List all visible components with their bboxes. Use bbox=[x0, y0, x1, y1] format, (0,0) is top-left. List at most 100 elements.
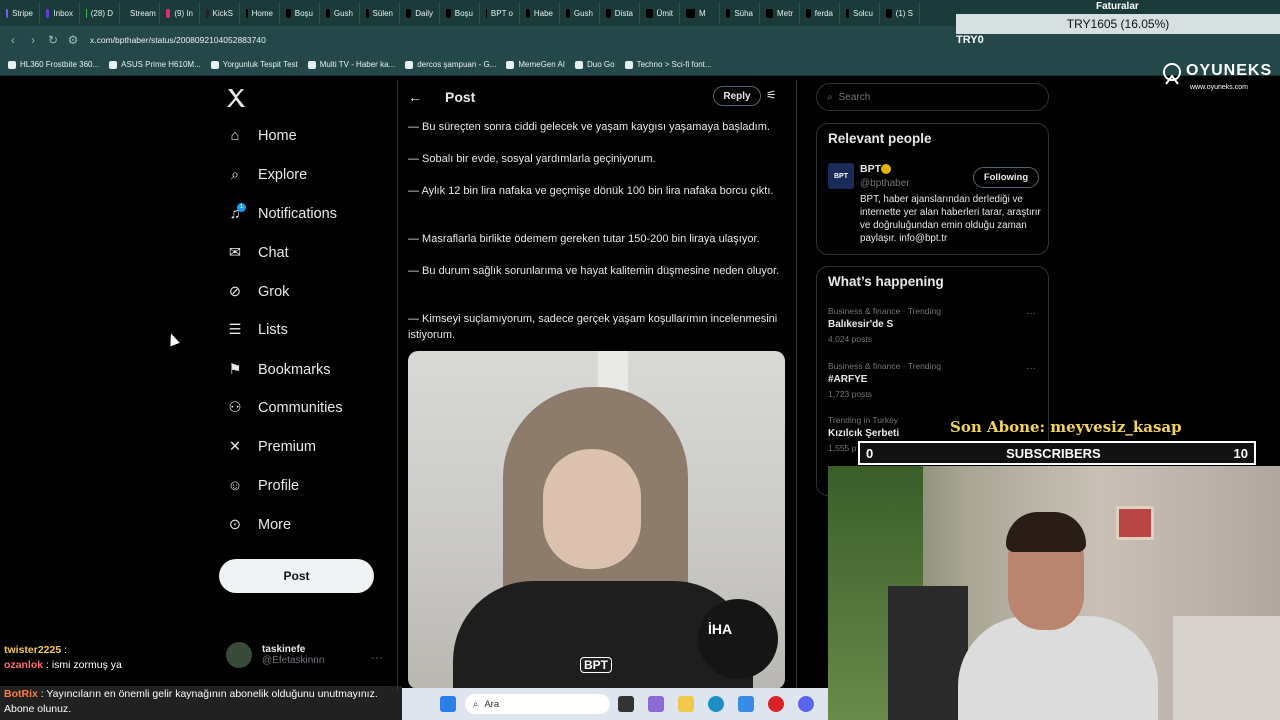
browser-tab[interactable]: Home bbox=[240, 2, 280, 24]
task-view-icon[interactable] bbox=[618, 696, 634, 712]
nav-item-bookmarks[interactable]: ⚑ Bookmarks bbox=[226, 361, 331, 379]
post-paragraph: — Bu durum sağlık sorunlarıma ve hayat k… bbox=[408, 265, 780, 277]
browser-tab[interactable]: BPT o bbox=[480, 2, 520, 24]
edge-icon[interactable] bbox=[708, 696, 724, 712]
tab-label: Home bbox=[251, 8, 273, 18]
page-title: Post bbox=[445, 89, 476, 105]
nav-item-label: Bookmarks bbox=[258, 362, 331, 378]
tab-favicon-icon bbox=[566, 8, 570, 18]
browser-tab[interactable]: Inbox bbox=[40, 2, 80, 24]
url-text[interactable]: x.com/bpthaber/status/200809210405288374… bbox=[90, 35, 266, 45]
trend-more-icon[interactable]: ··· bbox=[1026, 308, 1036, 319]
bookmark-item[interactable]: Multi TV - Haber ka... bbox=[307, 60, 396, 69]
browser-tab[interactable]: Gush bbox=[320, 2, 360, 24]
trend-name[interactable]: Balıkesir'de S bbox=[828, 319, 893, 330]
file-explorer-icon[interactable] bbox=[678, 696, 694, 712]
browser-tab[interactable]: (9) In bbox=[160, 2, 200, 24]
search-placeholder: Search bbox=[838, 91, 871, 103]
forward-icon[interactable]: › bbox=[26, 33, 40, 47]
opera-icon[interactable] bbox=[768, 696, 784, 712]
bookmark-label: Yorgunluk Tespit Test bbox=[222, 60, 298, 69]
browser-tab[interactable]: ferda bbox=[800, 2, 840, 24]
following-button[interactable]: Following bbox=[973, 167, 1039, 188]
nav-item-label: Grok bbox=[258, 284, 290, 300]
chat-bot-message: BotRix : Yayıncıların en önemli gelir ka… bbox=[0, 686, 402, 720]
trend-name[interactable]: Kızılcık Şerbeti bbox=[828, 428, 899, 439]
reply-button[interactable]: Reply bbox=[713, 86, 761, 106]
bookmark-item[interactable]: Yorgunluk Tespit Test bbox=[210, 60, 298, 69]
browser-tab[interactable]: Metr bbox=[760, 2, 800, 24]
browser-tab[interactable]: Boşu bbox=[440, 2, 480, 24]
reload-icon[interactable]: ↻ bbox=[46, 33, 60, 47]
site-info-icon[interactable]: ⚙ bbox=[66, 33, 80, 47]
browser-tab[interactable]: Habe bbox=[520, 2, 560, 24]
tab-favicon-icon bbox=[606, 8, 611, 18]
back-arrow-icon[interactable]: ← bbox=[408, 89, 438, 105]
taskbar-search[interactable]: ⌕ Ara bbox=[465, 694, 610, 714]
shirt bbox=[958, 616, 1158, 720]
trend-post-count: 4,024 posts bbox=[828, 334, 872, 344]
nav-item-communities[interactable]: ⚇ Communities bbox=[226, 399, 343, 417]
post-video[interactable]: İHA BPT bbox=[408, 351, 785, 689]
browser-tab[interactable]: Dista bbox=[600, 2, 640, 24]
browser-tab[interactable]: Süha bbox=[720, 2, 760, 24]
search-input[interactable]: ⌕ Search bbox=[816, 83, 1049, 111]
back-icon[interactable]: ‹ bbox=[6, 33, 20, 47]
tab-favicon-icon bbox=[806, 8, 811, 18]
settings-icon[interactable]: ⚟ bbox=[766, 88, 777, 102]
browser-tab[interactable]: Stream bbox=[120, 2, 160, 24]
nav-item-lists[interactable]: ☰ Lists bbox=[226, 321, 288, 339]
trend-meta: Trending in Turkey bbox=[828, 415, 899, 425]
more-icon: ⊙ bbox=[228, 517, 242, 533]
tab-label: KickS bbox=[212, 8, 233, 18]
browser-tab[interactable]: Boşu bbox=[280, 2, 320, 24]
nav-item-more[interactable]: ⊙ More bbox=[226, 516, 291, 534]
browser-tab[interactable]: Ümit bbox=[640, 2, 680, 24]
discord-icon[interactable] bbox=[798, 696, 814, 712]
nav-item-profile[interactable]: ☺ Profile bbox=[226, 477, 300, 495]
bookmark-item[interactable]: MemeGen AI bbox=[506, 60, 565, 69]
browser-tab[interactable]: Sülen bbox=[360, 2, 400, 24]
x-logo-icon[interactable] bbox=[224, 86, 248, 110]
bookmark-item[interactable]: Techno > Sci-fi font... bbox=[624, 60, 712, 69]
post-button[interactable]: Post bbox=[219, 559, 374, 593]
bpt-avatar[interactable]: BPT bbox=[828, 163, 854, 189]
bookmark-label: Multi TV - Haber ka... bbox=[319, 60, 396, 69]
browser-tab[interactable]: Gush bbox=[560, 2, 600, 24]
trend-more-icon[interactable]: ··· bbox=[1026, 363, 1036, 374]
nav-item-label: Communities bbox=[258, 400, 343, 416]
nav-item-premium[interactable]: ✕ Premium bbox=[226, 438, 316, 456]
nav-item-grok[interactable]: ⊘ Grok bbox=[226, 283, 290, 301]
tab-label: (9) In bbox=[174, 8, 193, 18]
trend-name[interactable]: #ARFYE bbox=[828, 374, 867, 385]
bookmark-item[interactable]: dercos şampuan - G... bbox=[405, 60, 496, 69]
tab-label: Gush bbox=[573, 8, 593, 18]
mic-logo: İHA bbox=[708, 621, 733, 637]
browser-tab[interactable]: Stripe bbox=[0, 2, 40, 24]
nav-item-home[interactable]: ⌂ Home bbox=[226, 127, 297, 145]
tab-favicon-icon bbox=[446, 8, 451, 18]
browser-tab[interactable]: (1) S bbox=[880, 2, 920, 24]
browser-tab[interactable]: KickS bbox=[200, 2, 240, 24]
bookmark-item[interactable]: Duo Go bbox=[575, 60, 615, 69]
windows-start-icon[interactable] bbox=[440, 696, 456, 712]
browser-tab[interactable]: (28) D bbox=[80, 2, 120, 24]
nav-item-explore[interactable]: ⌕ Explore bbox=[226, 166, 307, 184]
face bbox=[543, 449, 641, 569]
tab-favicon-icon bbox=[686, 8, 695, 18]
post-paragraph: — Kimseyi suçlamıyorum, sadece gerçek ya… bbox=[408, 313, 778, 341]
browser-tab[interactable]: M bbox=[680, 2, 720, 24]
tab-label: (1) S bbox=[895, 8, 913, 18]
browser-tab[interactable]: Daily bbox=[400, 2, 440, 24]
tab-label: ferda bbox=[814, 8, 833, 18]
tab-favicon-icon bbox=[46, 8, 50, 18]
store-icon[interactable] bbox=[738, 696, 754, 712]
bookmark-item[interactable]: ASUS Prime H610M... bbox=[109, 60, 201, 69]
person-name[interactable]: BPT bbox=[860, 163, 881, 175]
bookmark-label: Techno > Sci-fi font... bbox=[636, 60, 712, 69]
bookmark-item[interactable]: HL360 Frostbite 360... bbox=[8, 60, 99, 69]
nav-item-chat[interactable]: ✉ Chat bbox=[226, 244, 289, 262]
copilot-icon[interactable] bbox=[648, 696, 664, 712]
browser-tab[interactable]: Solcu bbox=[840, 2, 880, 24]
relevant-people-title: Relevant people bbox=[828, 131, 932, 146]
